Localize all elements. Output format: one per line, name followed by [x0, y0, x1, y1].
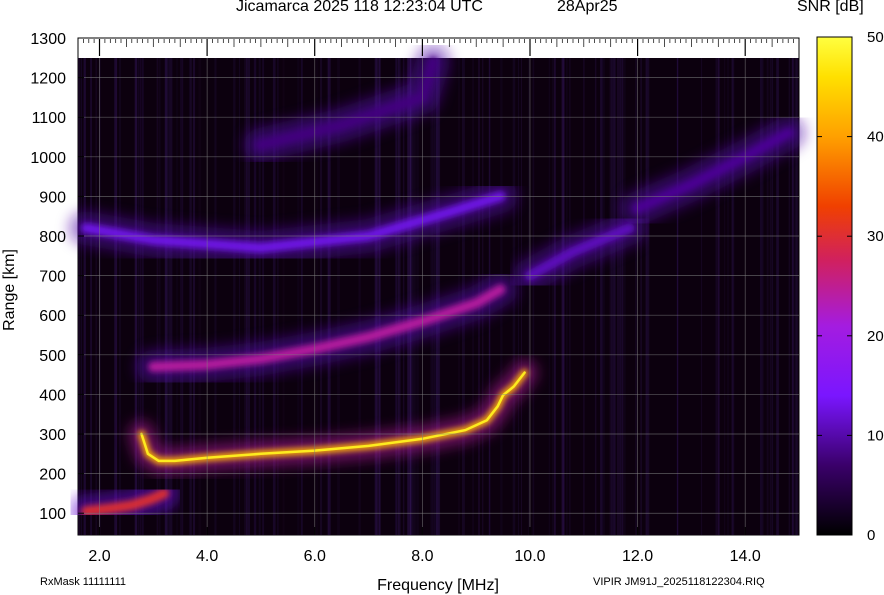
interference-stripe	[78, 58, 80, 535]
interference-stripe	[403, 58, 405, 535]
interference-stripe	[732, 58, 735, 535]
interference-stripe	[90, 58, 92, 535]
interference-stripe	[517, 58, 520, 535]
interference-stripe	[647, 58, 650, 535]
interference-stripe	[135, 58, 137, 535]
interference-stripe	[715, 58, 717, 535]
interference-stripe	[548, 58, 551, 535]
colorbar-tick-label: 40	[867, 129, 884, 146]
y-tick-label: 300	[39, 427, 66, 444]
interference-stripe	[552, 58, 554, 535]
interference-stripe	[554, 58, 556, 535]
y-tick-label: 800	[39, 229, 66, 246]
interference-stripe	[621, 58, 624, 535]
interference-stripe	[700, 58, 703, 535]
y-tick-label: 1000	[30, 150, 66, 167]
y-axis-ticks: 100 200 300 400 500 600 700 800 900 1000 1100 1200 1…	[30, 31, 84, 523]
x-tick-label: 12.0	[622, 548, 653, 565]
x-tick-label: 10.0	[514, 548, 545, 565]
interference-stripe	[566, 58, 568, 535]
chart-title: Jicamarca 2025 118 12:23:04 UTC	[236, 0, 483, 15]
interference-stripe	[413, 58, 416, 535]
x-axis-label: Frequency [MHz]	[377, 577, 499, 594]
y-tick-label: 200	[39, 467, 66, 484]
interference-stripe	[645, 58, 648, 535]
interference-stripe	[115, 58, 118, 535]
y-tick-label: 100	[39, 506, 66, 523]
interference-stripe	[562, 58, 565, 535]
colorbar-tick-label: 20	[867, 328, 884, 345]
y-tick-label: 1100	[32, 110, 67, 127]
colorbar-tick-label: 50	[867, 29, 884, 46]
y-tick-label: 700	[39, 269, 66, 286]
colorbar-tick-label: 30	[867, 228, 884, 245]
y-tick-label: 400	[39, 387, 66, 404]
y-axis-label: Range [km]	[1, 249, 18, 331]
file-id-label: VIPIR JM91J_2025118122304.RIQ	[593, 576, 765, 588]
interference-stripe	[640, 58, 642, 535]
interference-stripe	[600, 58, 602, 535]
interference-stripe	[137, 58, 140, 535]
interference-stripe	[583, 58, 585, 535]
interference-stripe	[718, 58, 720, 535]
x-tick-label: 4.0	[196, 548, 218, 565]
colorbar-tick-label: 10	[867, 427, 884, 444]
interference-stripe	[623, 58, 626, 535]
x-tick-label: 8.0	[411, 548, 433, 565]
interference-stripe	[410, 58, 412, 535]
ionogram-chart: 2.0 4.0 6.0 8.0 10.0 12.0 14.0 100200300400500…	[1, 29, 884, 594]
colorbar-tick-label: 0	[867, 527, 875, 544]
x-tick-label: 14.0	[730, 548, 761, 565]
date-label: 28Apr25	[557, 0, 618, 15]
y-tick-label: 1300	[30, 31, 66, 48]
interference-stripe	[613, 58, 616, 535]
interference-stripe	[727, 58, 729, 535]
y-tick-label: 1200	[30, 71, 66, 88]
interference-stripe	[398, 58, 401, 535]
interference-stripe	[594, 58, 597, 535]
interference-stripe	[436, 58, 439, 535]
rxmask-label: RxMask 11111111	[40, 576, 127, 588]
colorbar-title: SNR [dB]	[797, 0, 864, 15]
interference-stripe	[80, 58, 82, 535]
interference-stripe	[432, 58, 436, 535]
interference-stripe	[635, 58, 637, 535]
interference-stripe	[395, 58, 399, 535]
interference-stripe	[520, 58, 522, 535]
interference-stripe	[569, 58, 571, 535]
colorbar	[816, 36, 853, 536]
interference-stripe	[619, 58, 622, 535]
y-tick-label: 500	[39, 348, 66, 365]
interference-stripe	[616, 58, 619, 535]
interference-stripe	[724, 58, 726, 535]
interference-stripe	[84, 58, 86, 535]
x-tick-label: 2.0	[88, 548, 110, 565]
y-tick-label: 600	[39, 308, 66, 325]
interference-stripe	[532, 58, 535, 535]
interference-stripe	[118, 58, 121, 535]
interference-stripe	[527, 58, 530, 535]
interference-stripe	[430, 58, 432, 535]
y-tick-label: 900	[39, 189, 66, 206]
interference-stripe	[95, 58, 98, 535]
interference-stripe	[602, 58, 605, 535]
x-tick-label: 6.0	[304, 548, 326, 565]
interference-stripe	[676, 58, 679, 535]
interference-stripe	[416, 58, 419, 535]
